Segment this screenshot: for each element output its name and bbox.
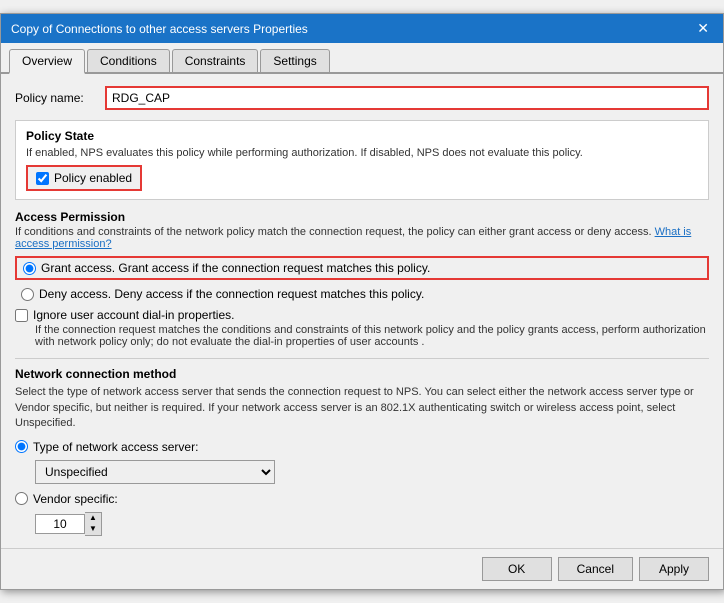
vendor-specific-radio[interactable] (15, 492, 28, 505)
tab-conditions[interactable]: Conditions (87, 49, 170, 72)
tab-overview[interactable]: Overview (9, 49, 85, 74)
content-area: Policy name: Policy State If enabled, NP… (1, 74, 723, 547)
type-access-server-row: Type of network access server: (15, 440, 709, 454)
spinner-up-button[interactable]: ▲ (85, 513, 101, 524)
network-type-dropdown[interactable]: Unspecified (35, 460, 275, 484)
access-permission-desc: If conditions and constraints of the net… (15, 226, 709, 250)
cancel-button[interactable]: Cancel (558, 557, 633, 581)
tab-constraints[interactable]: Constraints (172, 49, 259, 72)
policy-state-title: Policy State (26, 129, 698, 143)
type-access-server-label: Type of network access server: (33, 440, 198, 454)
vendor-spinner-input[interactable] (35, 514, 85, 534)
vendor-specific-row: Vendor specific: (15, 492, 709, 506)
policy-state-section: Policy State If enabled, NPS evaluates t… (15, 120, 709, 200)
ignore-dialin-desc: If the connection request matches the co… (35, 324, 709, 348)
grant-access-radio[interactable] (23, 262, 36, 275)
policy-name-label: Policy name: (15, 91, 105, 105)
type-access-server-radio[interactable] (15, 440, 28, 453)
policy-state-desc: If enabled, NPS evaluates this policy wh… (26, 147, 698, 159)
title-bar: Copy of Connections to other access serv… (1, 14, 723, 43)
vendor-specific-label: Vendor specific: (33, 492, 118, 506)
vendor-spinner-row: ▲ ▼ (35, 512, 709, 536)
grant-access-row: Grant access. Grant access if the connec… (15, 256, 709, 280)
network-method-title: Network connection method (15, 367, 709, 381)
network-method-desc: Select the type of network access server… (15, 385, 709, 431)
window-title: Copy of Connections to other access serv… (11, 22, 308, 36)
unspecified-dropdown-row: Unspecified (35, 460, 709, 484)
tab-settings[interactable]: Settings (260, 49, 329, 72)
ok-button[interactable]: OK (482, 557, 552, 581)
access-permission-title: Access Permission (15, 210, 709, 224)
close-button[interactable]: ✕ (693, 20, 713, 37)
tab-bar: Overview Conditions Constraints Settings (1, 43, 723, 74)
apply-button[interactable]: Apply (639, 557, 709, 581)
divider (15, 358, 709, 359)
policy-name-row: Policy name: (15, 86, 709, 110)
deny-access-radio[interactable] (21, 288, 34, 301)
access-permission-section: Access Permission If conditions and cons… (15, 210, 709, 348)
spinner-down-button[interactable]: ▼ (85, 524, 101, 535)
ignore-dialin-label: Ignore user account dial-in properties. (33, 308, 234, 322)
deny-access-row: Deny access. Deny access if the connecti… (15, 284, 709, 304)
policy-name-input[interactable] (105, 86, 709, 110)
network-method-section: Network connection method Select the typ… (15, 367, 709, 535)
vendor-spinner-buttons: ▲ ▼ (85, 512, 102, 536)
grant-access-label: Grant access. Grant access if the connec… (41, 261, 430, 275)
main-window: Copy of Connections to other access serv… (0, 13, 724, 589)
ignore-dialin-row: Ignore user account dial-in properties. (15, 308, 709, 322)
policy-enabled-checkbox[interactable] (36, 172, 49, 185)
policy-enabled-box: Policy enabled (26, 165, 142, 191)
deny-access-label: Deny access. Deny access if the connecti… (39, 287, 424, 301)
ignore-dialin-checkbox[interactable] (15, 309, 28, 322)
footer: OK Cancel Apply (1, 548, 723, 589)
policy-enabled-label: Policy enabled (54, 171, 132, 185)
